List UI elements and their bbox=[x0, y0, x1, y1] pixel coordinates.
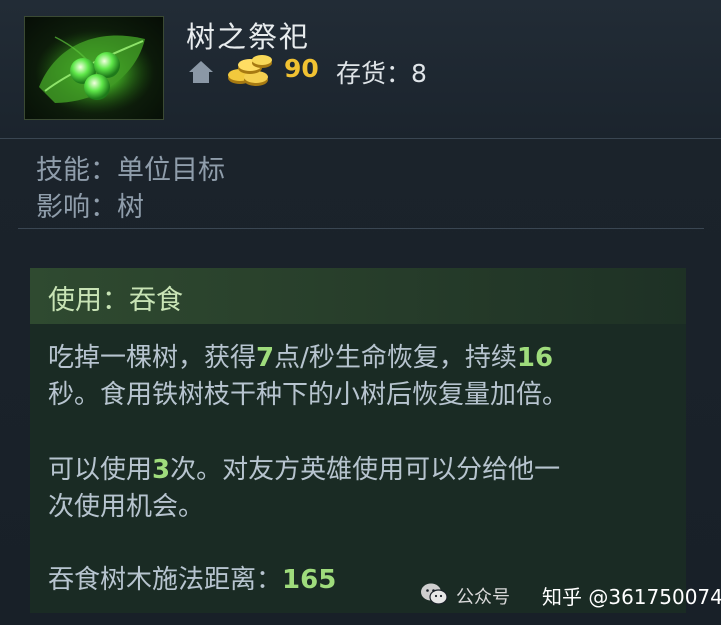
item-name: 树之祭祀 bbox=[186, 20, 311, 54]
ability-properties: 技能：单位目标 影响：树 bbox=[18, 140, 704, 229]
desc-text: 吃掉一棵树，获得 bbox=[48, 343, 257, 373]
shop-home-icon bbox=[186, 58, 216, 86]
stock-count: 存货：8 bbox=[336, 54, 427, 90]
tango-item-icon bbox=[24, 16, 164, 120]
duration-value: 16 bbox=[516, 343, 554, 373]
item-tooltip: 树之祭祀 90 存货：8 技能：单位目标 影响：树 使用：吞食 吃掉一棵树，获得… bbox=[0, 0, 721, 625]
ability-title: 使用：吞食 bbox=[48, 285, 183, 316]
desc-text: 点/秒生命恢复，持续 bbox=[274, 343, 517, 373]
gold-cost: 90 bbox=[284, 54, 319, 83]
desc-text: 次。对友方英雄使用可以分给他一 bbox=[170, 455, 561, 485]
gold-coins-icon bbox=[226, 54, 274, 88]
desc-text: 秒。食用铁树枝干种下的小树后恢复量加倍。 bbox=[48, 380, 569, 410]
charges-description: 可以使用3次。对友方英雄使用可以分给他一 次使用机会。 bbox=[48, 452, 560, 526]
watermark-account: 公众号 bbox=[456, 587, 510, 608]
skill-type: 技能：单位目标 bbox=[36, 155, 225, 186]
charges-value: 3 bbox=[152, 455, 171, 485]
heal-value: 7 bbox=[256, 343, 275, 373]
cast-range: 吞食树木施法距离：165 bbox=[48, 562, 336, 599]
desc-text: 次使用机会。 bbox=[48, 492, 205, 522]
watermark-site: 知乎 @361750074 bbox=[542, 585, 721, 609]
ability-section: 使用：吞食 吃掉一棵树，获得7点/秒生命恢复，持续16 秒。食用铁树枝干种下的小… bbox=[30, 268, 686, 613]
wechat-icon bbox=[420, 581, 448, 607]
stock-value: 8 bbox=[411, 59, 427, 88]
ability-description: 吃掉一棵树，获得7点/秒生命恢复，持续16 秒。食用铁树枝干种下的小树后恢复量加… bbox=[48, 340, 568, 414]
stock-label: 存货： bbox=[336, 59, 412, 88]
tooltip-header: 树之祭祀 90 存货：8 bbox=[0, 0, 721, 139]
ability-header: 使用：吞食 bbox=[30, 268, 686, 324]
desc-text: 可以使用 bbox=[48, 455, 153, 485]
affects: 影响：树 bbox=[36, 192, 144, 223]
cast-range-value: 165 bbox=[282, 565, 337, 595]
cast-range-label: 吞食树木施法距离： bbox=[48, 565, 283, 595]
